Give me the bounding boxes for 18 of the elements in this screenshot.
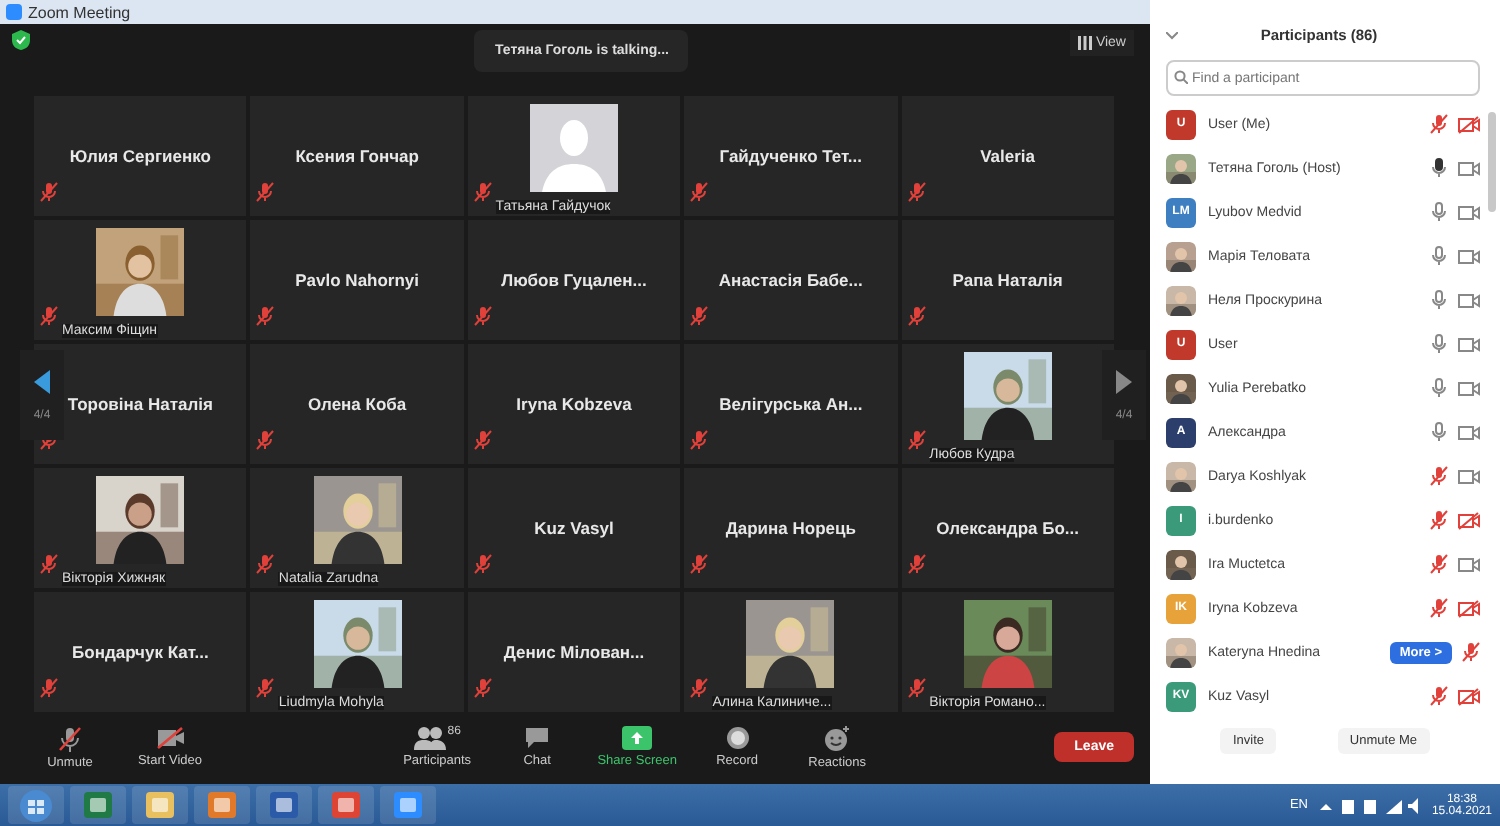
participant-name: Бондарчук Кат... <box>72 641 209 662</box>
window-title: Zoom Meeting <box>28 3 131 21</box>
participant-name: Анастасія Бабе... <box>718 269 863 290</box>
participant-name: Торовіна Наталія <box>67 393 213 414</box>
participant-name: Велігурська Ан... <box>719 393 863 414</box>
participant-name: Pavlo Nahornyi <box>295 269 420 290</box>
participant-name: Рапа Наталія <box>952 269 1063 290</box>
participant-name: Юлия Сергиенко <box>69 145 211 166</box>
participant-name: Любов Гуцален... <box>501 269 647 290</box>
participant-name: Ксения Гончар <box>295 145 419 166</box>
participant-name: Дарина Норець <box>725 517 856 538</box>
participant-name: Денис Мілован... <box>503 641 645 662</box>
participant-name: Олександра Бо... <box>936 517 1079 538</box>
participant-name: Iryna Kobzeva <box>516 393 632 414</box>
participant-name: Kuz Vasyl <box>534 517 614 538</box>
participant-name: Гайдученко Тет... <box>719 145 863 166</box>
participant-name: Олена Коба <box>308 393 407 414</box>
participant-name: Valeria <box>980 145 1035 166</box>
